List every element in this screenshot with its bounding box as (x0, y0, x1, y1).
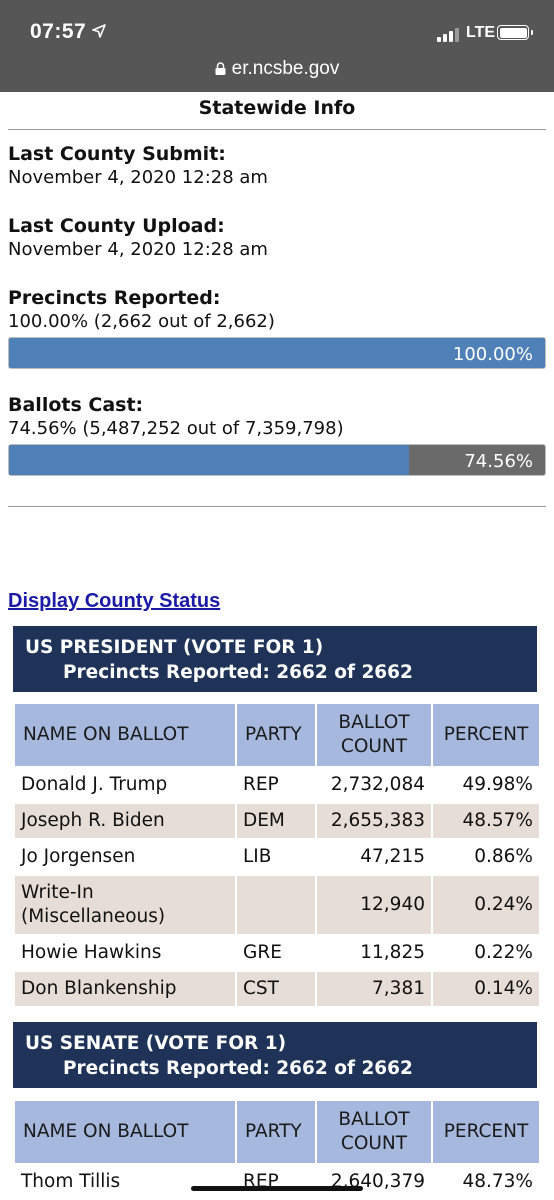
ballots-progress-bar: 74.56% (8, 444, 546, 476)
race-title: US SENATE (VOTE FOR 1) (25, 1033, 287, 1054)
precincts-progress-bar: 100.00% (8, 337, 546, 369)
candidate-percent: 0.14% (433, 972, 539, 1006)
race-precincts: Precincts Reported: 2662 of 2662 (63, 662, 413, 683)
table-header-row: NAME ON BALLOT PARTY BALLOT COUNT PERCEN… (15, 1101, 539, 1163)
precincts-progress-text: 100.00% (452, 344, 533, 365)
browser-chrome: 07:57 LTE er.ncsbe.gov (0, 0, 554, 92)
precincts-value: 100.00% (2,662 out of 2,662) (8, 311, 275, 332)
candidate-name: Don Blankenship (15, 972, 235, 1006)
last-submit-label: Last County Submit: (8, 143, 226, 165)
candidate-name: Donald J. Trump (21, 774, 168, 795)
candidate-count: 12,940 (317, 876, 431, 934)
col-header-percent[interactable]: PERCENT (433, 1101, 539, 1163)
candidate-percent: 0.22% (474, 942, 533, 963)
candidate-count: 47,215 (360, 846, 425, 867)
divider (8, 506, 546, 507)
candidate-percent: 49.98% (462, 774, 533, 795)
precincts-label: Precincts Reported: (8, 287, 221, 309)
location-arrow-icon (92, 24, 106, 38)
col-header-count[interactable]: BALLOT COUNT (317, 1101, 431, 1163)
candidate-count: 2,655,383 (317, 804, 431, 838)
table-row: Donald J. Trump REP 2,732,084 49.98% (15, 768, 539, 802)
col-header-party[interactable]: PARTY (237, 704, 315, 766)
ballots-progress-text: 74.56% (464, 451, 533, 472)
statewide-info: Last County Submit: November 4, 2020 12:… (0, 130, 554, 476)
col-header-party[interactable]: PARTY (237, 1101, 315, 1163)
table-row: Jo Jorgensen LIB 47,215 0.86% (15, 840, 539, 874)
col-header-count[interactable]: BALLOT COUNT (317, 704, 431, 766)
candidate-name: Howie Hawkins (21, 942, 162, 963)
results-table-senate: NAME ON BALLOT PARTY BALLOT COUNT PERCEN… (13, 1099, 541, 1200)
ballots-label: Ballots Cast: (8, 394, 144, 416)
home-indicator[interactable] (191, 1186, 363, 1191)
candidate-percent: 48.57% (433, 804, 539, 838)
ballots-progress-fill (9, 445, 409, 475)
page-content: Statewide Info Last County Submit: Novem… (0, 92, 554, 1192)
race-title: US PRESIDENT (VOTE FOR 1) (25, 637, 324, 658)
candidate-party: GRE (243, 942, 282, 963)
candidate-count: 2,732,084 (330, 774, 425, 795)
results-table-president: NAME ON BALLOT PARTY BALLOT COUNT PERCEN… (13, 702, 541, 1008)
candidate-name: Joseph R. Biden (15, 804, 235, 838)
battery-icon (497, 25, 533, 40)
last-submit-value: November 4, 2020 12:28 am (8, 167, 268, 188)
race-header-senate: US SENATE (VOTE FOR 1) Precincts Reporte… (13, 1022, 537, 1088)
candidate-count: 11,825 (360, 942, 425, 963)
table-row: Howie Hawkins GRE 11,825 0.22% (15, 936, 539, 970)
network-type: LTE (466, 24, 496, 41)
candidate-party: LIB (243, 846, 272, 867)
col-header-name[interactable]: NAME ON BALLOT (15, 1101, 235, 1163)
table-row: Thom Tillis REP 2,640,379 48.73% (15, 1165, 539, 1199)
candidate-party: CST (237, 972, 315, 1006)
candidate-count: 2,640,379 (330, 1171, 425, 1192)
last-upload-value: November 4, 2020 12:28 am (8, 239, 268, 260)
race-precincts: Precincts Reported: 2662 of 2662 (63, 1058, 413, 1079)
candidate-party (237, 876, 315, 934)
col-header-name[interactable]: NAME ON BALLOT (15, 704, 235, 766)
url-text: er.ncsbe.gov (231, 58, 340, 79)
candidate-name: Thom Tillis (21, 1171, 121, 1192)
candidate-percent: 0.86% (474, 846, 533, 867)
url-bar[interactable]: er.ncsbe.gov (0, 58, 554, 80)
candidate-party: DEM (237, 804, 315, 838)
table-row: Write-In (Miscellaneous) 12,940 0.24% (15, 876, 539, 934)
candidate-party: REP (243, 774, 279, 795)
table-header-row: NAME ON BALLOT PARTY BALLOT COUNT PERCEN… (15, 704, 539, 766)
statewide-title: Statewide Info (198, 97, 356, 119)
display-county-status-link[interactable]: Display County Status (8, 590, 220, 613)
table-row: Joseph R. Biden DEM 2,655,383 48.57% (15, 804, 539, 838)
col-header-percent[interactable]: PERCENT (433, 704, 539, 766)
last-upload-label: Last County Upload: (8, 215, 225, 237)
table-row: Don Blankenship CST 7,381 0.14% (15, 972, 539, 1006)
candidate-name: Jo Jorgensen (21, 846, 136, 867)
lock-icon (215, 62, 226, 75)
ballots-value: 74.56% (5,487,252 out of 7,359,798) (8, 418, 344, 439)
candidate-percent: 48.73% (462, 1171, 533, 1192)
status-time: 07:57 (30, 20, 87, 43)
cell-signal-icon (437, 28, 459, 42)
candidate-party: REP (243, 1171, 279, 1192)
race-header-president: US PRESIDENT (VOTE FOR 1) Precincts Repo… (13, 626, 537, 692)
candidate-percent: 0.24% (433, 876, 539, 934)
candidate-count: 7,381 (317, 972, 431, 1006)
candidate-name: Write-In (Miscellaneous) (15, 876, 235, 934)
